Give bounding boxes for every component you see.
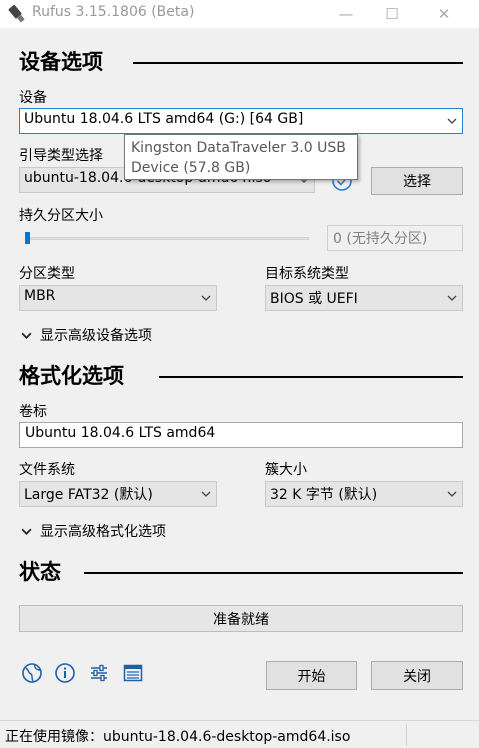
device-select-value: Ubuntu 18.04.6 LTS amd64 (G:) [64 GB] [24,111,304,127]
device-tooltip: Kingston DataTraveler 3.0 USB Device (57… [124,134,358,180]
close-button[interactable]: 关闭 [371,661,463,690]
advanced-drive-toggle[interactable]: 显示高级设备选项 [21,325,152,345]
cluster-size-value: 32 K 字节 (默认) [270,487,378,503]
target-system-value: BIOS 或 UEFI [270,291,358,307]
globe-icon[interactable] [20,661,44,685]
section-divider [133,62,463,64]
usb-drive-icon [8,4,25,23]
file-system-value: Large FAT32 (默认) [24,487,153,503]
persistent-size-field[interactable]: 0 (无持久分区) [327,225,463,251]
partition-scheme-label: 分区类型 [19,266,75,282]
tooltip-line-2: Device (57.8 GB) [131,160,251,176]
partition-scheme-select[interactable]: MBR [19,285,217,311]
device-label: 设备 [19,90,47,106]
status-bar-text: 正在使用镜像：ubuntu-18.04.6-desktop-amd64.iso [5,729,351,745]
volume-label-input[interactable]: Ubuntu 18.04.6 LTS amd64 [19,422,463,448]
target-system-select[interactable]: BIOS 或 UEFI [265,285,463,311]
status-section-title: 状态 [19,560,61,584]
title-bar: Rufus 3.15.1806 (Beta) — ☐ ✕ [0,0,479,28]
progress-bar: 准备就绪 [19,605,463,632]
file-system-label: 文件系统 [19,462,75,478]
chevron-down-icon [447,118,457,124]
format-section-title: 格式化选项 [19,364,124,388]
advanced-format-toggle-label: 显示高级格式化选项 [40,524,166,540]
boot-selection-label: 引导类型选择 [19,148,103,164]
persistent-size-slider[interactable] [19,226,311,250]
cluster-size-select[interactable]: 32 K 字节 (默认) [265,481,463,507]
settings-sliders-icon[interactable] [87,661,111,685]
slider-track [25,237,309,240]
cluster-size-label: 簇大小 [265,462,307,478]
start-button[interactable]: 开始 [266,661,357,690]
log-list-icon[interactable] [121,661,145,685]
section-divider [84,572,463,574]
advanced-format-toggle[interactable]: 显示高级格式化选项 [21,521,166,541]
target-system-label: 目标系统类型 [265,266,349,282]
slider-thumb[interactable] [25,232,30,244]
chevron-down-icon [447,295,457,301]
tooltip-line-1: Kingston DataTraveler 3.0 USB [131,140,346,156]
chevron-down-icon [447,491,457,497]
chevron-down-icon [201,491,211,497]
status-bar: 正在使用镜像：ubuntu-18.04.6-desktop-amd64.iso [0,720,479,748]
drive-section-title: 设备选项 [19,50,103,74]
close-window-button[interactable]: ✕ [420,0,468,28]
chevron-down-icon [21,332,32,339]
window-title: Rufus 3.15.1806 (Beta) [32,4,195,20]
progress-text: 准备就绪 [213,611,269,628]
info-icon[interactable] [53,661,77,685]
persistent-partition-label: 持久分区大小 [19,208,103,224]
maximize-button[interactable]: ☐ [368,0,416,28]
status-bar-divider [406,724,407,746]
section-divider [159,376,463,378]
chevron-down-icon [21,528,32,535]
partition-scheme-value: MBR [24,288,56,304]
advanced-drive-toggle-label: 显示高级设备选项 [40,328,152,344]
device-select[interactable]: Ubuntu 18.04.6 LTS amd64 (G:) [64 GB] [19,108,463,134]
select-image-button[interactable]: 选择 [371,167,463,195]
minimize-button[interactable]: — [322,0,370,28]
file-system-select[interactable]: Large FAT32 (默认) [19,481,217,507]
volume-label-label: 卷标 [19,404,47,420]
chevron-down-icon [201,295,211,301]
